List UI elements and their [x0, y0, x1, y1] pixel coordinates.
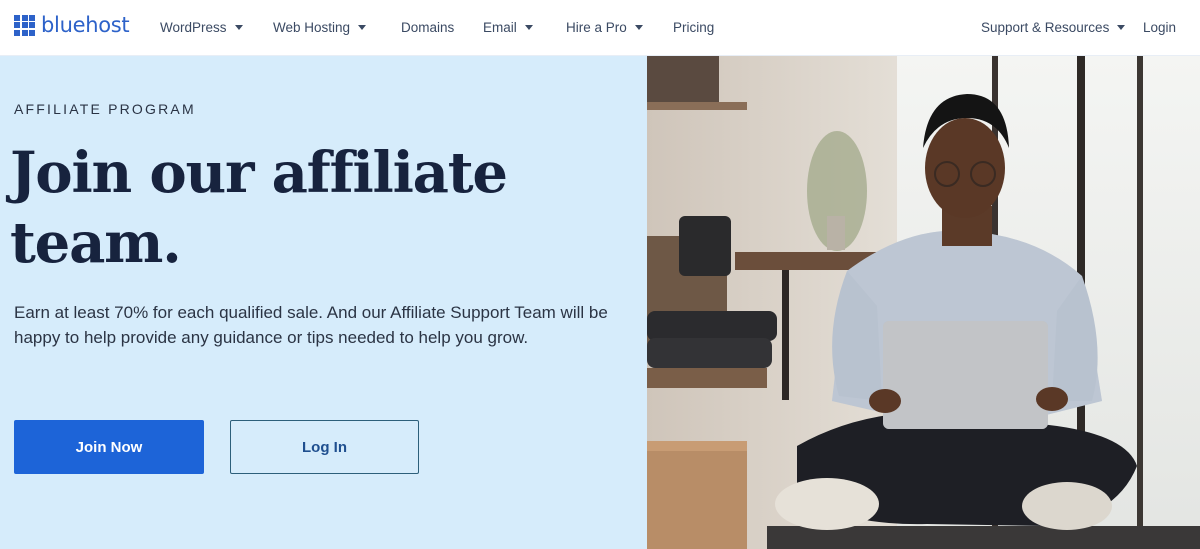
nav-pricing[interactable]: Pricing [673, 18, 714, 36]
nav-email[interactable]: Email [483, 18, 533, 36]
top-navigation: bluehost WordPress Web Hosting Domains E… [0, 0, 1200, 56]
nav-hire-a-pro-label: Hire a Pro [566, 19, 627, 35]
join-now-button[interactable]: Join Now [14, 420, 204, 474]
nav-hire-a-pro[interactable]: Hire a Pro [566, 18, 643, 36]
nav-web-hosting-label: Web Hosting [273, 19, 351, 35]
hero-photo-illustration [647, 56, 1200, 549]
hero-section: AFFILIATE PROGRAM Join our affiliate tea… [0, 56, 647, 549]
chevron-down-icon [234, 25, 243, 30]
hero-photo-man-with-laptop [647, 56, 1200, 549]
hero-description: Earn at least 70% for each qualified sal… [14, 303, 608, 347]
nav-web-hosting[interactable]: Web Hosting [273, 18, 367, 36]
nav-domains[interactable]: Domains [401, 18, 454, 36]
nav-domains-label: Domains [401, 19, 455, 35]
chevron-down-icon [358, 25, 367, 30]
nav-login[interactable]: Login [1143, 18, 1176, 36]
nav-pricing-label: Pricing [673, 19, 715, 35]
nav-support-resources[interactable]: Support & Resources [981, 18, 1126, 36]
chevron-down-icon [634, 25, 643, 30]
nav-wordpress-label: WordPress [160, 19, 227, 35]
nav-email-label: Email [483, 19, 517, 35]
nav-login-label: Login [1143, 19, 1177, 35]
log-in-button[interactable]: Log In [230, 420, 419, 474]
logo-wordmark: bluehost [41, 12, 130, 37]
grid-logo-icon [14, 14, 35, 36]
chevron-down-icon [1117, 25, 1126, 30]
chevron-down-icon [524, 25, 533, 30]
bluehost-logo[interactable]: bluehost [14, 12, 130, 38]
hero-eyebrow: AFFILIATE PROGRAM [14, 101, 196, 117]
hero-headline: Join our affiliate team. [10, 140, 508, 276]
nav-support-resources-label: Support & Resources [981, 19, 1110, 35]
nav-wordpress[interactable]: WordPress [160, 18, 243, 36]
